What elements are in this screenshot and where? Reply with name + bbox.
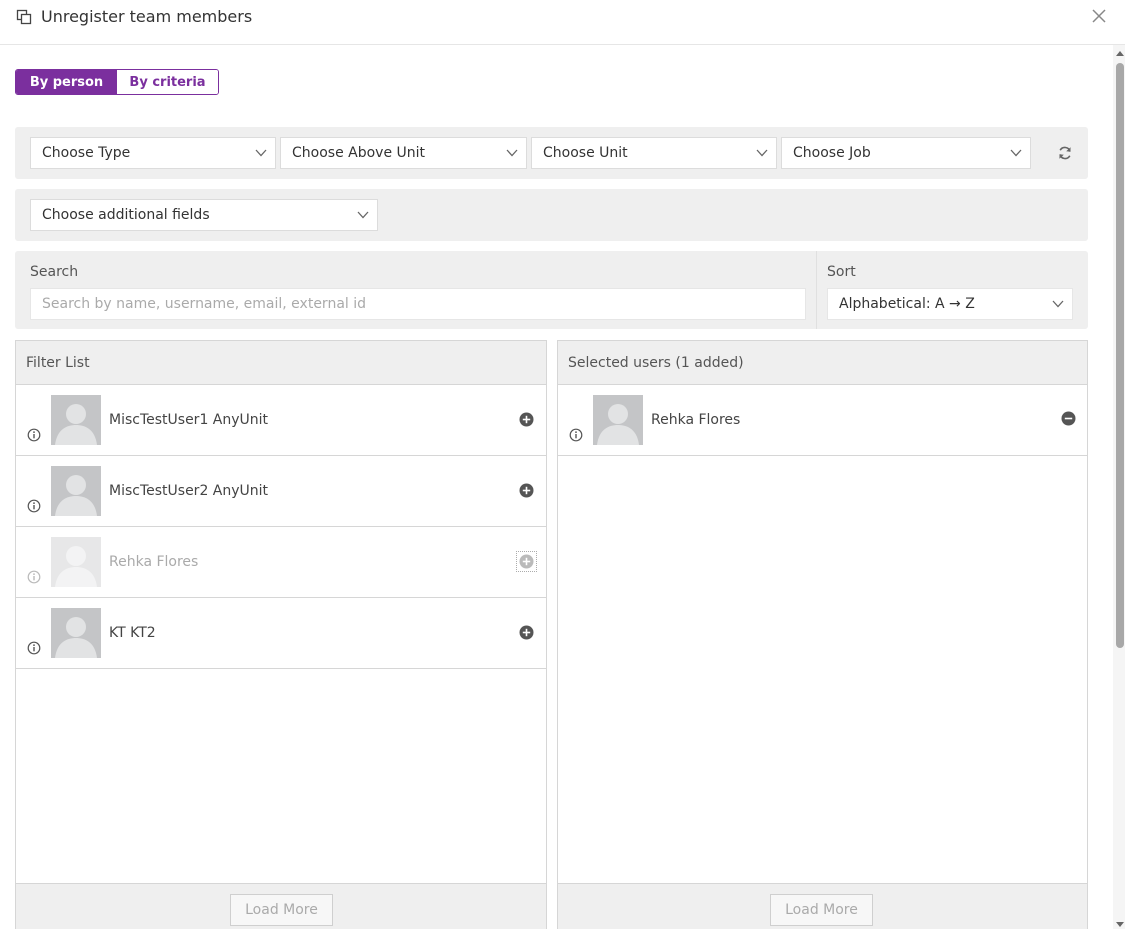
sort-select-value: Alphabetical: A → Z — [839, 296, 975, 312]
by-criteria-tab[interactable]: By criteria — [117, 70, 218, 94]
sort-select[interactable]: Alphabetical: A → Z — [827, 288, 1073, 320]
additional-fields-value: Choose additional fields — [42, 207, 210, 223]
dialog-title: Unregister team members — [41, 7, 253, 26]
chevron-down-icon — [357, 211, 369, 219]
chevron-down-icon — [1052, 300, 1064, 308]
scrollbar[interactable] — [1113, 45, 1125, 929]
scrollbar-thumb[interactable] — [1116, 63, 1124, 648]
avatar — [51, 537, 101, 587]
unit-select-value: Choose Unit — [543, 145, 628, 161]
additional-fields-select[interactable]: Choose additional fields — [30, 199, 378, 231]
info-icon[interactable] — [27, 570, 41, 584]
additional-fields-panel: Choose additional fields — [15, 189, 1088, 241]
chevron-down-icon — [255, 149, 267, 157]
minus-circle-icon[interactable] — [1061, 411, 1076, 426]
filter-list-title: Filter List — [16, 341, 546, 385]
user-name: Rehka Flores — [109, 554, 199, 570]
load-more-button[interactable]: Load More — [770, 894, 873, 926]
search-input[interactable] — [30, 288, 806, 320]
user-name: KT KT2 — [109, 625, 156, 641]
search-sort-panel: Search Sort Alphabetical: A → Z — [15, 251, 1088, 329]
filter-list: Filter List MiscTestUser1 AnyUnit MiscTe… — [15, 340, 547, 929]
list-item: KT KT2 — [16, 598, 546, 669]
info-icon[interactable] — [27, 499, 41, 513]
job-select-value: Choose Job — [793, 145, 871, 161]
user-name: MiscTestUser2 AnyUnit — [109, 483, 269, 499]
avatar — [593, 395, 643, 445]
info-icon[interactable] — [27, 641, 41, 655]
by-person-tab[interactable]: By person — [16, 70, 117, 94]
job-select[interactable]: Choose Job — [781, 137, 1031, 169]
unit-select[interactable]: Choose Unit — [531, 137, 777, 169]
filters-panel: Choose Type Choose Above Unit Choose Uni… — [15, 127, 1088, 179]
list-item: MiscTestUser2 AnyUnit — [16, 456, 546, 527]
plus-circle-icon[interactable] — [519, 412, 534, 427]
list-item: MiscTestUser1 AnyUnit — [16, 385, 546, 456]
type-select[interactable]: Choose Type — [30, 137, 276, 169]
list-item: Rehka Flores — [558, 385, 1087, 456]
plus-circle-icon[interactable] — [516, 551, 537, 572]
refresh-icon[interactable] — [1057, 145, 1073, 161]
avatar — [51, 608, 101, 658]
type-select-value: Choose Type — [42, 145, 131, 161]
scroll-down-arrow-icon[interactable] — [1116, 922, 1124, 927]
avatar — [51, 395, 101, 445]
selected-users-list: Selected users (1 added) Rehka Flores Lo… — [557, 340, 1088, 929]
user-name: MiscTestUser1 AnyUnit — [109, 412, 269, 428]
chevron-down-icon — [506, 149, 518, 157]
plus-circle-icon[interactable] — [519, 483, 534, 498]
sort-label: Sort — [827, 264, 856, 280]
dialog-header: Unregister team members — [0, 0, 1125, 45]
close-icon[interactable] — [1091, 8, 1107, 24]
avatar — [51, 466, 101, 516]
mode-toggle: By person By criteria — [15, 69, 219, 95]
info-icon[interactable] — [569, 428, 583, 442]
plus-circle-icon[interactable] — [519, 625, 534, 640]
search-label: Search — [30, 264, 79, 280]
load-more-button[interactable]: Load More — [230, 894, 333, 926]
selected-users-title: Selected users (1 added) — [558, 341, 1087, 385]
scroll-up-arrow-icon[interactable] — [1116, 51, 1124, 56]
user-name: Rehka Flores — [651, 412, 741, 428]
chevron-down-icon — [756, 149, 768, 157]
divider — [816, 251, 817, 329]
list-item: Rehka Flores — [16, 527, 546, 598]
info-icon[interactable] — [27, 428, 41, 442]
filter-list-footer: Load More — [16, 883, 546, 929]
chevron-down-icon — [1010, 149, 1022, 157]
copy-icon — [16, 9, 32, 25]
above-unit-select-value: Choose Above Unit — [292, 145, 426, 161]
above-unit-select[interactable]: Choose Above Unit — [280, 137, 527, 169]
selected-list-footer: Load More — [558, 883, 1087, 929]
